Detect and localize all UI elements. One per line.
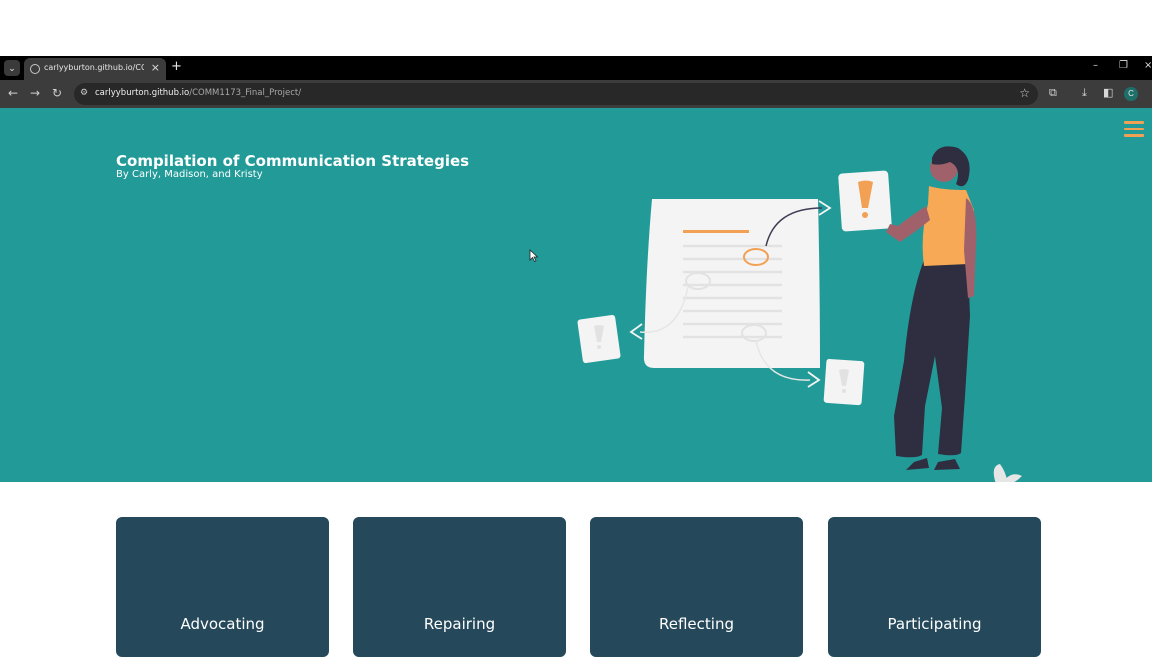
bookmark-star-icon[interactable]: ☆ xyxy=(1019,86,1030,100)
close-window-icon[interactable]: × xyxy=(1144,60,1152,71)
profile-avatar[interactable]: C xyxy=(1124,87,1138,101)
restore-icon[interactable]: ❐ xyxy=(1119,60,1128,71)
person-with-documents-illustration xyxy=(577,146,1022,482)
extensions-icon[interactable]: ⧉ xyxy=(1049,86,1057,100)
forward-icon[interactable]: → xyxy=(30,86,40,100)
address-bar[interactable]: ⚙ carlyyburton.github.io/COMM1173_Final_… xyxy=(74,83,1038,105)
hamburger-menu-icon[interactable] xyxy=(1124,121,1144,137)
back-icon[interactable]: ← xyxy=(8,86,18,100)
card-repairing[interactable]: Repairing xyxy=(353,517,566,657)
browser-tab-strip: ⌄ carlyyburton.github.io/COMM1 × + – ❐ × xyxy=(0,56,1152,80)
card-label: Participating xyxy=(887,615,982,633)
tab-search-icon[interactable]: ⌄ xyxy=(4,60,20,76)
top-blank-area xyxy=(0,0,1152,56)
new-tab-button[interactable]: + xyxy=(171,59,182,74)
download-icon[interactable]: ⤓ xyxy=(1082,86,1087,100)
card-label: Repairing xyxy=(423,615,496,633)
globe-icon xyxy=(30,64,40,74)
card-participating[interactable]: Participating xyxy=(828,517,1041,657)
side-panel-icon[interactable]: ◧ xyxy=(1103,86,1113,99)
hero-banner: Compilation of Communication Strategies … xyxy=(0,108,1152,482)
page-subtitle: By Carly, Madison, and Kristy xyxy=(116,169,263,180)
card-reflecting[interactable]: Reflecting xyxy=(590,517,803,657)
card-label: Reflecting xyxy=(659,615,734,633)
browser-toolbar: ← → ↻ ⚙ carlyyburton.github.io/COMM1173_… xyxy=(0,80,1152,108)
site-info-icon[interactable]: ⚙ xyxy=(80,88,92,100)
strategy-cards-section: Advocating Repairing Reflecting Particip… xyxy=(0,482,1152,657)
url-text[interactable]: carlyyburton.github.io/COMM1173_Final_Pr… xyxy=(95,88,301,98)
tab-title: carlyyburton.github.io/COMM1 xyxy=(44,63,144,72)
browser-tab[interactable]: carlyyburton.github.io/COMM1 × xyxy=(24,58,166,80)
reload-icon[interactable]: ↻ xyxy=(52,86,62,100)
mouse-cursor-icon xyxy=(529,249,539,263)
page-title: Compilation of Communication Strategies xyxy=(116,152,470,170)
card-advocating[interactable]: Advocating xyxy=(116,517,329,657)
minimize-icon[interactable]: – xyxy=(1093,60,1098,71)
close-tab-icon[interactable]: × xyxy=(151,61,160,74)
card-label: Advocating xyxy=(180,615,265,633)
